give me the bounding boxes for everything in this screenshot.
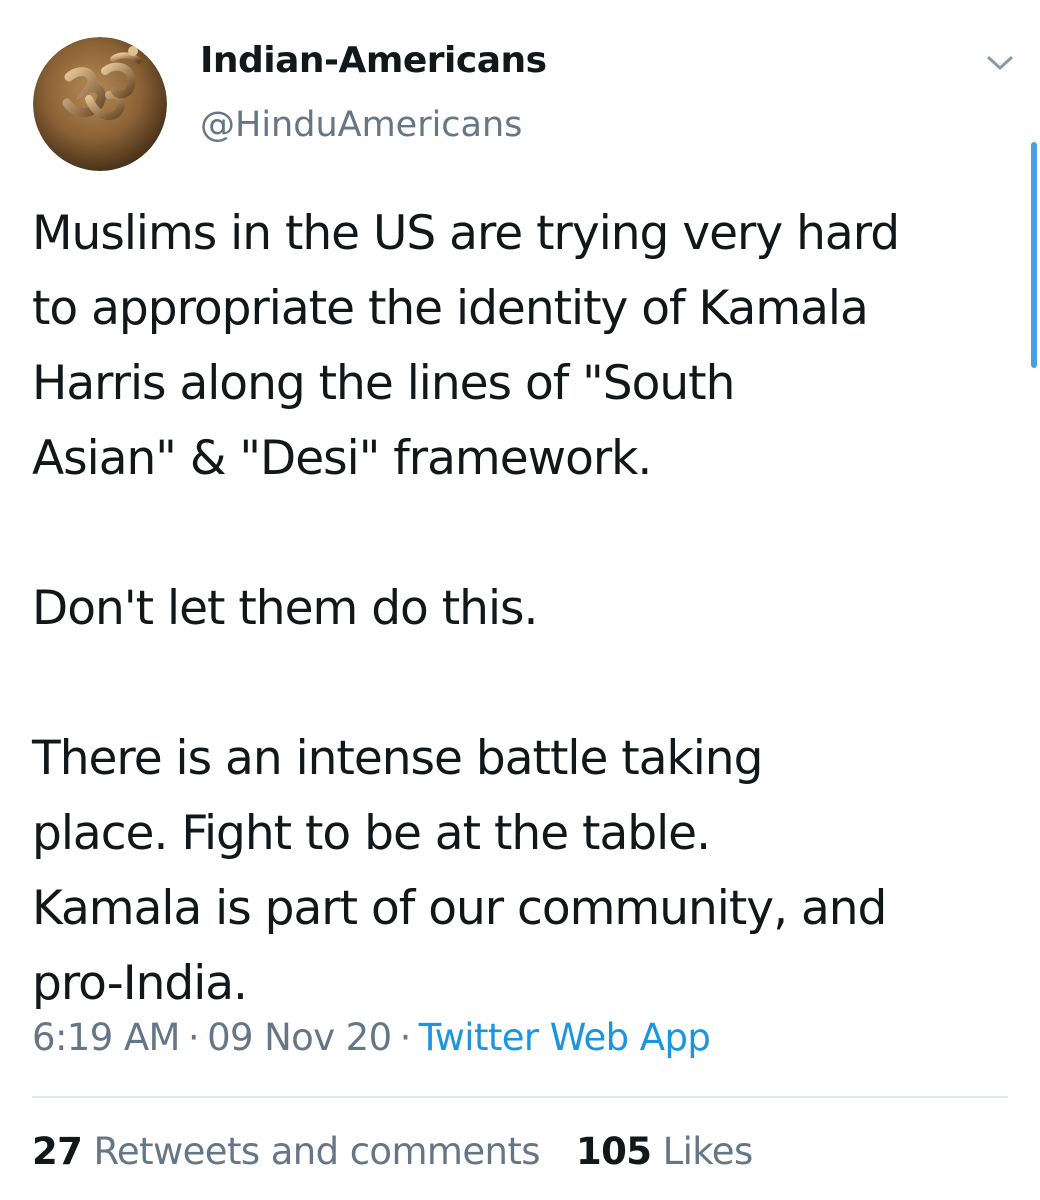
user-handle[interactable]: @HinduAmericans xyxy=(200,105,522,145)
divider xyxy=(32,1096,1008,1098)
scrollbar[interactable] xyxy=(1031,142,1037,368)
tweet-source-link[interactable]: Twitter Web App xyxy=(419,1016,711,1059)
retweets-count: 27 xyxy=(32,1130,83,1173)
om-symbol-icon xyxy=(33,37,167,171)
likes-stat[interactable]: 105 Likes xyxy=(576,1130,753,1173)
meta-separator: · xyxy=(399,1016,412,1059)
meta-separator: · xyxy=(187,1016,200,1059)
tweet-text: Muslims in the US are trying very hard t… xyxy=(32,206,900,1011)
avatar[interactable] xyxy=(33,37,167,171)
tweet-stats: 27 Retweets and comments 105 Likes xyxy=(32,1130,753,1173)
tweet-card: Indian-Americans @HinduAmericans Muslims… xyxy=(0,0,1040,1200)
display-name[interactable]: Indian-Americans xyxy=(200,40,547,81)
retweets-label: Retweets and comments xyxy=(93,1130,540,1173)
chevron-down-icon[interactable] xyxy=(980,46,1020,80)
likes-count: 105 xyxy=(575,1130,652,1173)
tweet-date: 09 Nov 20 xyxy=(207,1016,392,1059)
likes-label: Likes xyxy=(662,1130,754,1173)
retweets-stat[interactable]: 27 Retweets and comments xyxy=(32,1130,541,1173)
tweet-time: 6:19 AM xyxy=(32,1016,180,1059)
tweet-meta: 6:19 AM · 09 Nov 20 · Twitter Web App xyxy=(32,1016,711,1059)
